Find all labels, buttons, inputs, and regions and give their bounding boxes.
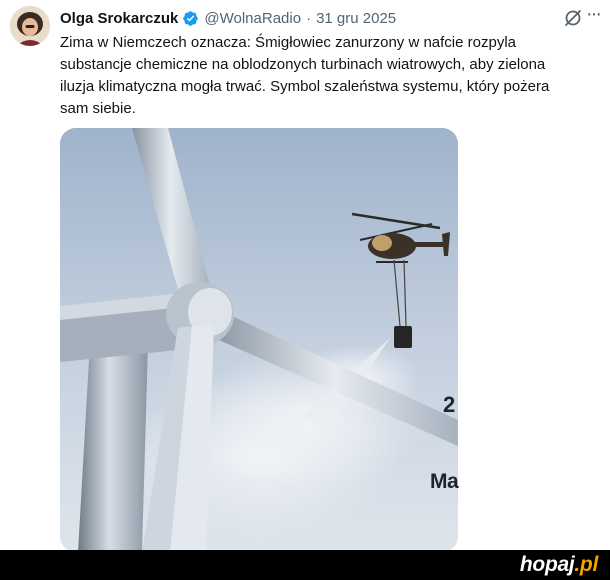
tweet-text-line: substancje chemiczne na oblodzonych turb… (60, 56, 546, 73)
hopaj-logo[interactable]: hopaj.pl (520, 553, 598, 577)
media-overlay-partial-text: Ma (430, 470, 459, 493)
tweet-text: Zima w Niemczech oznacza: Śmigłowiec zan… (60, 32, 605, 120)
tweet-date[interactable]: 31 gru 2025 (316, 10, 396, 27)
tweet-text-line: iluzja klimatyczna mogła trwać. Symbol s… (60, 78, 550, 95)
separator-dot: · (306, 9, 312, 27)
more-icon[interactable]: ··· (586, 4, 608, 27)
avatar[interactable] (10, 6, 50, 46)
tweet-media-image[interactable] (60, 128, 458, 552)
tweet-text-line: sam siebie. (60, 100, 136, 117)
tweet-header: Olga Srokarczuk @WolnaRadio · 31 gru 202… (60, 8, 396, 28)
media-overlay-digit: 2 (443, 392, 456, 417)
avatar-image (10, 6, 50, 46)
logo-main: hopaj (519, 553, 575, 576)
logo-suffix: .pl (574, 553, 598, 576)
verified-badge-icon (182, 10, 199, 27)
tweet[interactable]: Olga Srokarczuk @WolnaRadio · 31 gru 202… (0, 0, 610, 552)
author-handle[interactable]: @WolnaRadio (204, 10, 301, 27)
grok-icon[interactable] (563, 8, 583, 28)
tweet-text-line: Zima w Niemczech oznacza: Śmigłowiec zan… (60, 34, 517, 51)
author-name[interactable]: Olga Srokarczuk (60, 10, 178, 27)
watermark-bar: hopaj.pl (0, 550, 610, 580)
